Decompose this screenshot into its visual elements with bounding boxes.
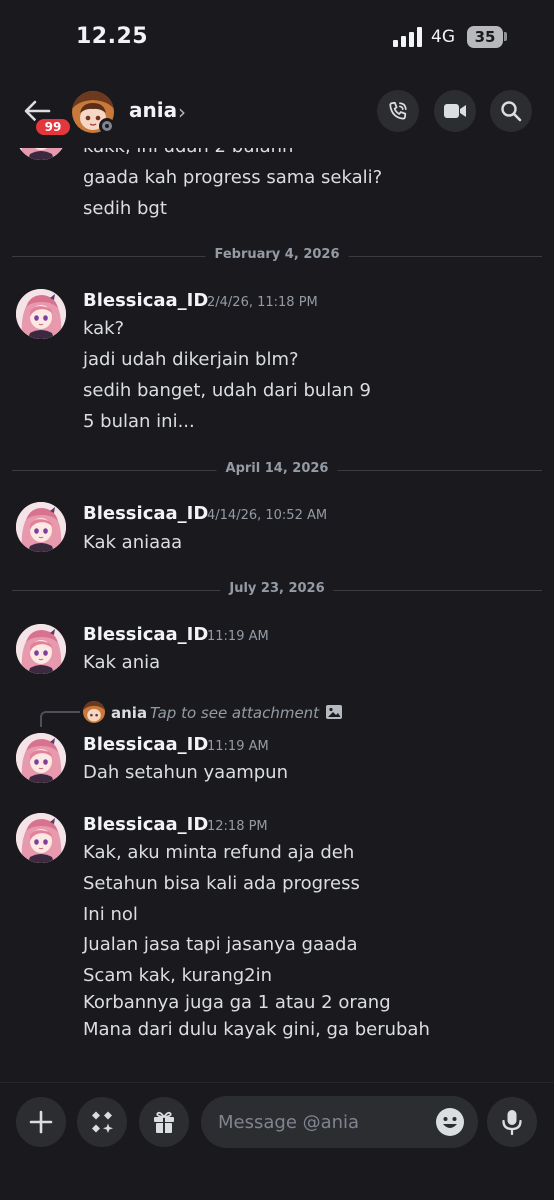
message-author[interactable]: Blessicaa_ID xyxy=(83,814,208,835)
offline-status-indicator xyxy=(99,118,115,134)
voice-call-button[interactable] xyxy=(377,90,419,132)
message-line: Jualan jasa tapi jasanya gaada xyxy=(83,934,358,955)
message-author[interactable]: Blessicaa_ID xyxy=(83,734,208,755)
avatar[interactable] xyxy=(16,733,66,783)
message-timestamp: 11:19 AM xyxy=(207,739,269,754)
message-line: Kak aniaaa xyxy=(83,532,183,553)
emoji-icon[interactable] xyxy=(435,1107,465,1137)
video-camera-icon xyxy=(444,104,466,118)
reply-connector xyxy=(40,711,80,727)
message-author[interactable]: Blessicaa_ID xyxy=(83,503,208,524)
message-input[interactable] xyxy=(218,1108,428,1136)
search-icon xyxy=(501,101,522,122)
apps-icon xyxy=(92,1111,113,1133)
status-bar: 12.25 4G 35 xyxy=(0,0,554,78)
image-icon xyxy=(326,705,342,719)
message-input-container[interactable] xyxy=(201,1096,478,1148)
gift-icon xyxy=(154,1111,174,1133)
message-line: Korbannya juga ga 1 atau 2 orang xyxy=(83,992,391,1013)
message-list[interactable]: kakk, ini udah 2 bulann gaada kah progre… xyxy=(0,148,554,1082)
phone-call-icon xyxy=(389,101,407,120)
message-line: sedih bgt xyxy=(83,198,167,219)
avatar[interactable] xyxy=(16,813,66,863)
channel-name[interactable]: ania xyxy=(129,98,177,122)
add-attachment-button[interactable] xyxy=(16,1097,66,1147)
message-line: Scam kak, kurang2in xyxy=(83,965,273,986)
date-divider-label: April 14, 2026 xyxy=(216,461,338,476)
voice-message-button[interactable] xyxy=(487,1097,537,1147)
date-divider: July 23, 2026 xyxy=(12,581,542,596)
signal-strength-icon xyxy=(393,27,422,47)
message-timestamp: 12:18 PM xyxy=(207,819,268,834)
message-line: 5 bulan ini... xyxy=(83,411,195,432)
message-line: Kak ania xyxy=(83,652,161,673)
message-line: Dah setahun yaampun xyxy=(83,762,288,783)
video-call-button[interactable] xyxy=(434,90,476,132)
message-line: kak? xyxy=(83,318,125,339)
message-line: jadi udah dikerjain blm? xyxy=(83,349,299,370)
search-button[interactable] xyxy=(490,90,532,132)
reply-avatar[interactable] xyxy=(83,701,105,723)
message-timestamp: 4/14/26, 10:52 AM xyxy=(207,508,328,523)
message-line: sedih banget, udah dari bulan 9 xyxy=(83,380,371,401)
chat-header: 99 ania › xyxy=(0,78,554,148)
avatar[interactable] xyxy=(16,148,66,160)
plus-icon xyxy=(29,1110,53,1134)
message-timestamp: 2/4/26, 11:18 PM xyxy=(207,295,318,310)
battery-icon: 35 xyxy=(467,26,503,48)
apps-button[interactable] xyxy=(77,1097,127,1147)
message-composer xyxy=(0,1082,554,1200)
avatar[interactable] xyxy=(16,289,66,339)
message-line: kakk, ini udah 2 bulann xyxy=(83,148,293,157)
battery-level: 35 xyxy=(474,28,496,46)
message-author[interactable]: Blessicaa_ID xyxy=(83,624,208,645)
unread-badge: 99 xyxy=(33,116,73,138)
status-time: 12.25 xyxy=(76,24,149,49)
date-divider-label: February 4, 2026 xyxy=(205,247,349,262)
message-timestamp: 11:19 AM xyxy=(207,629,269,644)
microphone-icon xyxy=(502,1110,522,1136)
gift-button[interactable] xyxy=(139,1097,189,1147)
message-line: Kak, aku minta refund aja deh xyxy=(83,842,355,863)
reply-author[interactable]: ania xyxy=(111,704,147,722)
date-divider: April 14, 2026 xyxy=(12,461,542,476)
message-author[interactable]: Blessicaa_ID xyxy=(83,290,208,311)
message-line: Mana dari dulu kayak gini, ga berubah xyxy=(83,1019,430,1040)
message-line: gaada kah progress sama sekali? xyxy=(83,167,383,188)
reply-preview[interactable]: Tap to see attachment xyxy=(150,704,319,722)
date-divider-label: July 23, 2026 xyxy=(220,581,334,596)
chevron-right-icon[interactable]: › xyxy=(178,100,186,124)
message-line: Ini nol xyxy=(83,904,138,925)
avatar[interactable] xyxy=(16,624,66,674)
date-divider: February 4, 2026 xyxy=(12,247,542,262)
battery-cap xyxy=(504,32,507,41)
avatar[interactable] xyxy=(16,502,66,552)
network-type: 4G xyxy=(431,27,455,47)
message-line: Setahun bisa kali ada progress xyxy=(83,873,360,894)
